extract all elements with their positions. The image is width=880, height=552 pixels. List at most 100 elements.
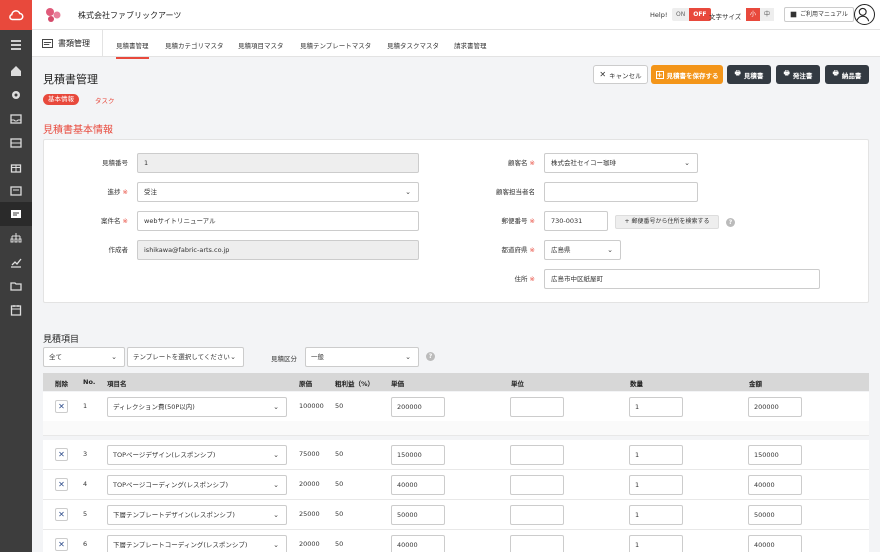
price-input[interactable]: 40000 [391, 535, 445, 552]
unit-input[interactable] [510, 445, 564, 465]
price-input[interactable]: 40000 [391, 475, 445, 495]
table-row[interactable]: ✕ 1 ディレクション費(50P以内) ⌄ 100000 50 200000 1 200000 [43, 392, 869, 422]
help-icon[interactable]: ? [726, 218, 735, 227]
tab-estimate-category[interactable]: 見積カテゴリマスタ [165, 40, 224, 50]
kubun-select[interactable]: 一般 ⌄ [305, 347, 419, 367]
cloud-logo-icon[interactable] [0, 0, 32, 30]
price-input[interactable]: 50000 [391, 505, 445, 525]
estimate-no-field: 1 [137, 153, 419, 173]
estimate-icon[interactable] [9, 207, 23, 221]
unit-input[interactable] [510, 535, 564, 552]
item-name-select[interactable]: 下層テンプレートコーディング(レスポンシブ) ⌄ [107, 535, 287, 552]
user-avatar[interactable] [854, 4, 875, 25]
print-order-button[interactable]: 🖶 発注書 [776, 65, 820, 84]
row-no: 6 [83, 540, 88, 548]
amount-input[interactable]: 40000 [748, 535, 802, 552]
manual-button[interactable]: ご利用マニュアル [784, 7, 854, 22]
chevron-down-icon: ⌄ [111, 353, 117, 361]
progress-select[interactable]: 受注 ⌄ [137, 182, 419, 202]
chevron-down-icon: ⌄ [684, 159, 690, 167]
table-row[interactable]: ✕ 5 下層テンプレートデザイン(レスポンシブ) ⌄ 25000 50 50000 1 5000… [43, 500, 869, 530]
price-input[interactable]: 150000 [391, 445, 445, 465]
amount-input[interactable]: 40000 [748, 475, 802, 495]
tray-icon[interactable] [9, 136, 23, 150]
basic-info-pill[interactable]: 基本情報 [43, 94, 79, 105]
category-filter-select[interactable]: 全て ⌄ [43, 347, 125, 367]
help-icon[interactable]: ? [426, 352, 435, 361]
cancel-button[interactable]: ✕ キャンセル [593, 65, 648, 84]
qty-input[interactable]: 1 [629, 475, 683, 495]
save-estimate-button[interactable]: + 見積書を保存する [651, 65, 723, 84]
row-no: 1 [83, 402, 88, 410]
cancel-label: キャンセル [609, 71, 642, 80]
table-row[interactable]: ✕ 4 TOPページコーディング(レスポンシブ) ⌄ 20000 50 40000 1 4000… [43, 470, 869, 500]
org-chart-icon[interactable] [9, 231, 23, 245]
item-name-select[interactable]: 下層テンプレートデザイン(レスポンシブ) ⌄ [107, 505, 287, 525]
task-link[interactable]: タスク [95, 95, 115, 105]
amount-input[interactable]: 50000 [748, 505, 802, 525]
item-name-select[interactable]: TOPページデザイン(レスポンシブ) ⌄ [107, 445, 287, 465]
gift-icon[interactable] [9, 160, 23, 174]
tab-estimate-task[interactable]: 見積タスクマスタ [387, 40, 439, 50]
close-icon: ✕ [599, 70, 607, 79]
amount-input[interactable]: 200000 [748, 397, 802, 417]
page-title: 見積書管理 [43, 73, 98, 86]
price-input[interactable]: 200000 [391, 397, 445, 417]
font-medium-button[interactable]: 中 [760, 8, 774, 21]
unit-input[interactable] [510, 505, 564, 525]
zip-search-button[interactable]: + 郵便番号から住所を検索する [615, 215, 719, 229]
font-size-switch[interactable]: 小 中 [746, 8, 774, 21]
print-estimate-button[interactable]: 🖶 見積書 [727, 65, 771, 84]
delete-row-button[interactable]: ✕ [55, 508, 68, 521]
row-no: 5 [83, 510, 88, 518]
company-name: 株式会社ファブリックアーツ [78, 11, 182, 20]
qty-input[interactable]: 1 [629, 397, 683, 417]
delivery-label: 納品書 [841, 71, 862, 80]
estimate-items-title: 見積項目 [43, 335, 80, 345]
calendar-icon[interactable] [9, 303, 23, 317]
unit-input[interactable] [510, 475, 564, 495]
chevron-down-icon: ⌄ [607, 246, 613, 254]
template-select[interactable]: テンプレートを選択してください ⌄ [127, 347, 244, 367]
tab-estimate-template[interactable]: 見積テンプレートマスタ [300, 40, 371, 50]
estimate-no-label: 見積番号 [102, 159, 128, 167]
printer-icon: 🖶 [832, 69, 839, 77]
toggle-off[interactable]: OFF [689, 8, 711, 21]
delete-row-button[interactable]: ✕ [55, 448, 68, 461]
pref-select[interactable]: 広島県 ⌄ [544, 240, 621, 260]
table-row[interactable]: ✕ 3 TOPページデザイン(レスポンシブ) ⌄ 75000 50 150000 1 15000… [43, 440, 869, 470]
address-input[interactable]: 広島市中区紙屋町 [544, 269, 820, 289]
customer-select[interactable]: 株式会社セイコー珈琲 ⌄ [544, 153, 698, 173]
cost-value: 20000 [299, 540, 320, 548]
tab-invoice-management[interactable]: 請求書管理 [454, 40, 487, 50]
delete-row-button[interactable]: ✕ [55, 400, 68, 413]
qty-input[interactable]: 1 [629, 445, 683, 465]
font-small-button[interactable]: 小 [746, 8, 760, 21]
toggle-on[interactable]: ON [672, 8, 690, 21]
project-name-input[interactable]: webサイトリニューアル [137, 211, 419, 231]
home-icon[interactable] [9, 64, 23, 78]
contact-input[interactable] [544, 182, 698, 202]
table-row[interactable]: ✕ 6 下層テンプレートコーディング(レスポンシブ) ⌄ 20000 50 40000 1 40… [43, 530, 869, 552]
folder-icon[interactable] [9, 279, 23, 293]
zip-input[interactable]: 730-0031 [544, 211, 608, 231]
help-toggle[interactable]: ON OFF [672, 8, 711, 21]
amount-input[interactable]: 150000 [748, 445, 802, 465]
inbox-icon[interactable] [9, 112, 23, 126]
tab-estimate-management[interactable]: 見積書管理 [116, 40, 149, 59]
tab-estimate-item[interactable]: 見積項目マスタ [238, 40, 284, 50]
item-name-select[interactable]: ディレクション費(50P以内) ⌄ [107, 397, 287, 417]
qty-input[interactable]: 1 [629, 535, 683, 552]
line-chart-icon[interactable] [9, 255, 23, 269]
item-name-select[interactable]: TOPページコーディング(レスポンシブ) ⌄ [107, 475, 287, 495]
print-delivery-button[interactable]: 🖶 納品書 [825, 65, 869, 84]
menu-icon[interactable] [9, 38, 23, 52]
qty-input[interactable]: 1 [629, 505, 683, 525]
table-row-dragging[interactable] [43, 421, 869, 436]
document-box-icon[interactable] [9, 184, 23, 198]
unit-input[interactable] [510, 397, 564, 417]
delete-row-button[interactable]: ✕ [55, 478, 68, 491]
gear-icon[interactable] [9, 88, 23, 102]
delete-row-button[interactable]: ✕ [55, 538, 68, 551]
kubun-value: 一般 [311, 353, 324, 361]
